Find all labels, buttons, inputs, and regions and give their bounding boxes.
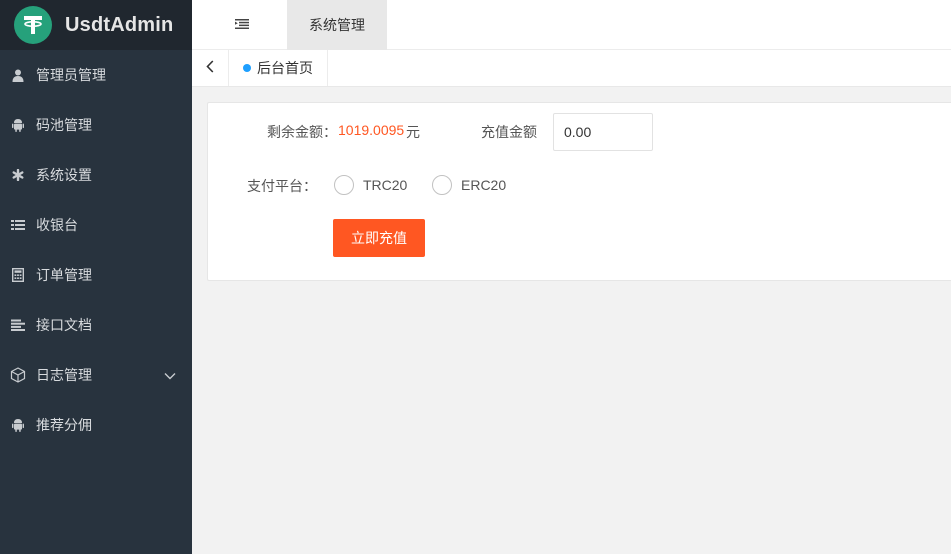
sidebar: UsdtAdmin 管理员管理 码池管理 系统设置 收银台 订单管理 接口文档 …: [0, 0, 192, 554]
amount-input[interactable]: [553, 113, 653, 151]
sidebar-toggle-button[interactable]: [222, 0, 262, 50]
sidebar-item-label: 系统设置: [36, 168, 92, 184]
tabs-back-button[interactable]: [192, 50, 229, 86]
radio-trc20[interactable]: TRC20: [334, 175, 407, 195]
menu-fold-icon: [235, 17, 249, 33]
active-dot-icon: [243, 64, 251, 72]
sidebar-menu: 管理员管理 码池管理 系统设置 收银台 订单管理 接口文档 日志管理 推荐分佣: [0, 50, 192, 450]
android-icon: [10, 417, 26, 433]
sidebar-item-system-settings[interactable]: 系统设置: [0, 150, 192, 200]
sidebar-item-code-pool[interactable]: 码池管理: [0, 100, 192, 150]
sidebar-item-cashier[interactable]: 收银台: [0, 200, 192, 250]
top-header: 系统管理: [192, 0, 951, 50]
sidebar-item-admin[interactable]: 管理员管理: [0, 50, 192, 100]
tether-logo-icon: [14, 6, 52, 44]
radio-circle-icon: [432, 175, 452, 195]
sidebar-item-orders[interactable]: 订单管理: [0, 250, 192, 300]
tab-home[interactable]: 后台首页: [229, 50, 328, 86]
balance-unit: 元: [406, 125, 420, 141]
radio-label: ERC20: [461, 177, 507, 193]
amount-label: 充值金额: [481, 125, 537, 141]
list-icon: [10, 217, 26, 233]
align-left-icon: [10, 317, 26, 333]
sidebar-item-label: 订单管理: [36, 268, 92, 284]
chevron-left-icon: [206, 59, 214, 77]
sidebar-item-label: 码池管理: [36, 118, 92, 134]
chevron-down-icon[interactable]: [164, 368, 176, 384]
sidebar-item-api-docs[interactable]: 接口文档: [0, 300, 192, 350]
tab-home-label: 后台首页: [257, 61, 313, 77]
platform-label: 支付平台：: [247, 179, 317, 195]
sidebar-item-label: 日志管理: [36, 368, 92, 384]
page-tabs: 后台首页: [192, 50, 951, 87]
cube-icon: [10, 367, 26, 383]
calculator-icon: [10, 267, 26, 283]
logo[interactable]: UsdtAdmin: [0, 0, 192, 50]
radio-circle-icon: [334, 175, 354, 195]
user-icon: [10, 67, 26, 83]
radio-erc20[interactable]: ERC20: [432, 175, 506, 195]
asterisk-icon: [10, 167, 26, 183]
sidebar-item-label: 管理员管理: [36, 68, 106, 84]
sidebar-item-label: 接口文档: [36, 318, 92, 334]
sidebar-item-logs[interactable]: 日志管理: [0, 350, 192, 400]
sidebar-item-label: 推荐分佣: [36, 418, 92, 434]
recharge-card: 剩余金额： 1019.0095 元 充值金额 支付平台： TRC20 ERC20…: [207, 102, 951, 281]
balance-value: 1019.0095: [338, 122, 405, 138]
sidebar-item-label: 收银台: [36, 218, 78, 234]
balance-label: 剩余金额：: [267, 125, 337, 141]
radio-label: TRC20: [363, 177, 408, 193]
sidebar-item-referral[interactable]: 推荐分佣: [0, 400, 192, 450]
recharge-now-button[interactable]: 立即充值: [333, 219, 425, 257]
android-icon: [10, 117, 26, 133]
app-title: UsdtAdmin: [65, 13, 174, 36]
tab-system-management[interactable]: 系统管理: [287, 0, 387, 50]
